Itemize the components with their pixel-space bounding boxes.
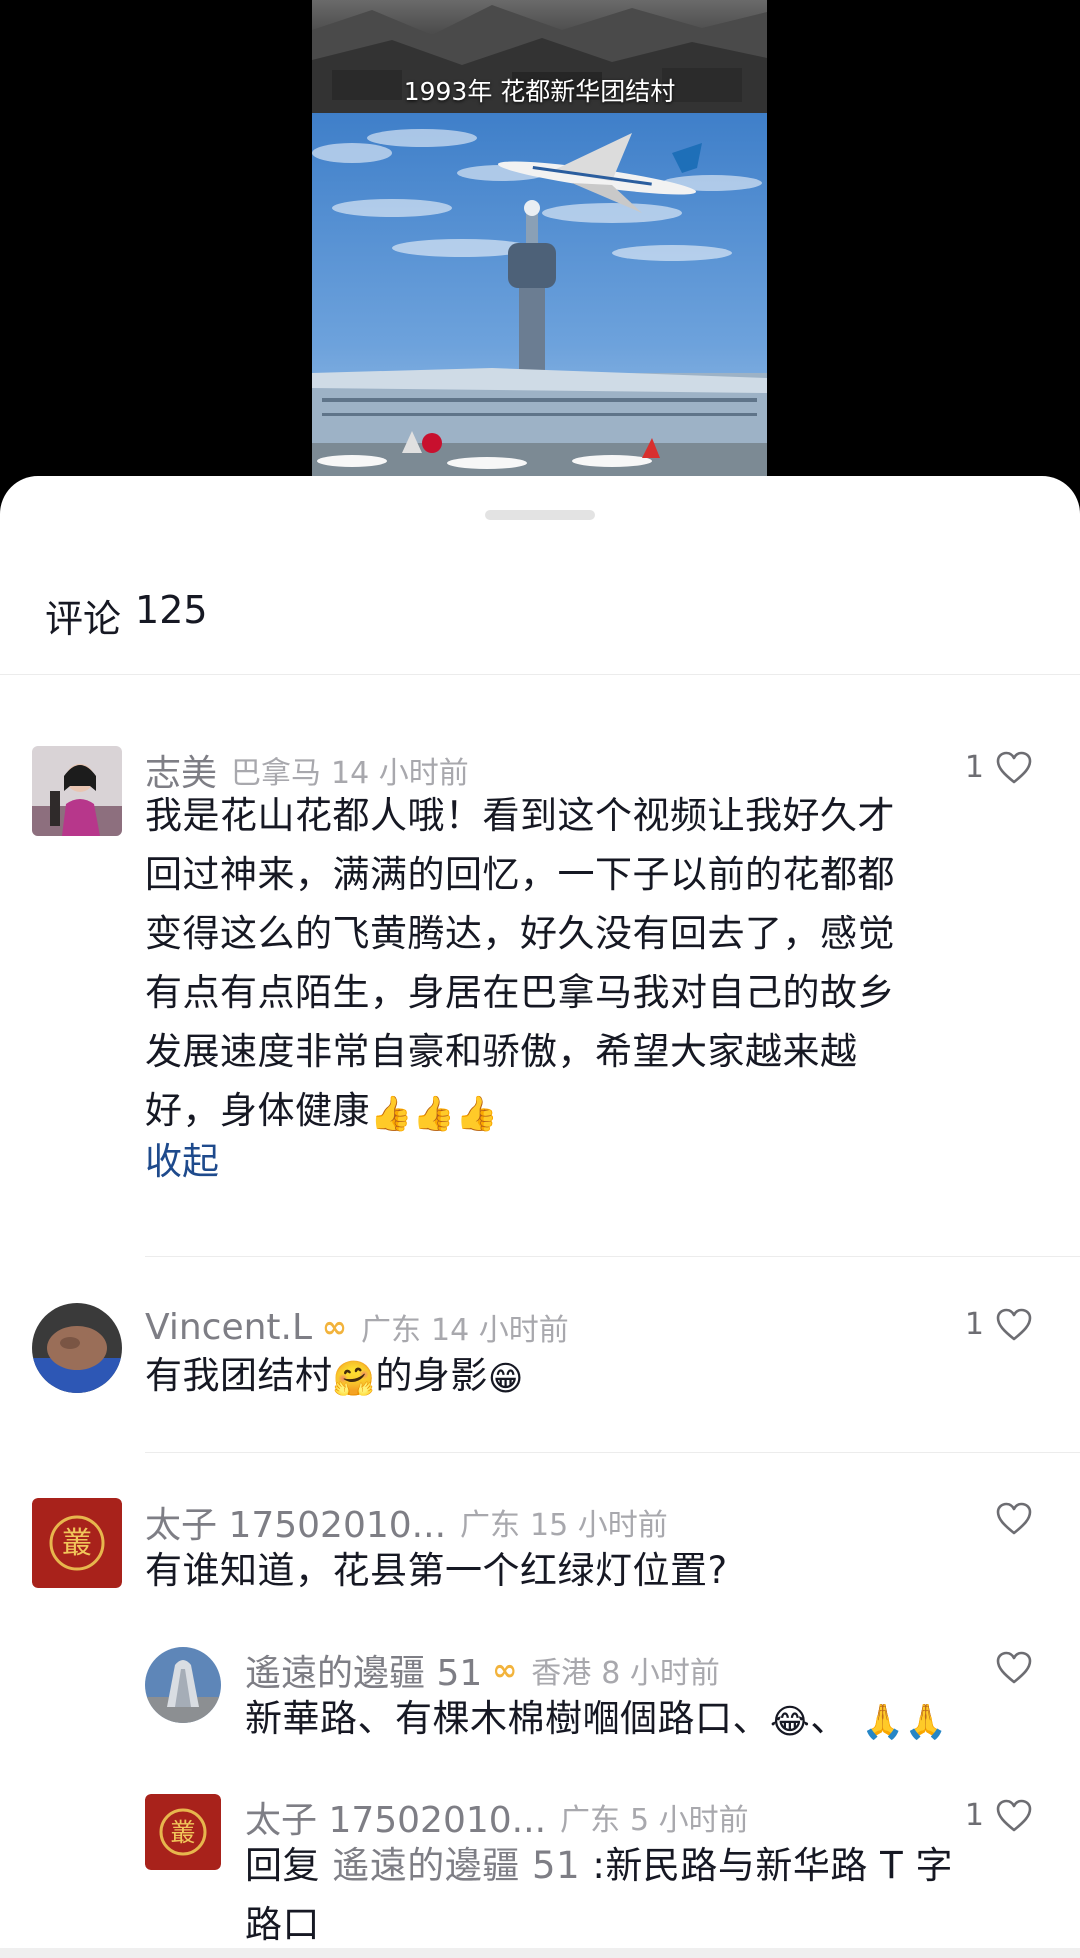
reply-to-user[interactable]: 遙遠的邊疆 51 <box>332 1844 580 1887</box>
like-button[interactable] <box>996 1651 1032 1684</box>
reply-text-part: 、 <box>810 1697 848 1740</box>
time-label: 14 小时前 <box>431 1313 569 1348</box>
header-divider <box>0 674 1080 675</box>
like-button[interactable]: 1 <box>965 1307 1032 1342</box>
svg-text:叢: 叢 <box>170 1818 195 1847</box>
drag-handle[interactable] <box>485 510 595 520</box>
comment-line-last: 好，身体健康👍👍👍 <box>145 1081 895 1140</box>
like-count: 1 <box>964 1798 984 1833</box>
comment-text: 有我团结村🤗的身影😁 <box>145 1346 524 1405</box>
avatar[interactable] <box>145 1647 221 1723</box>
like-button[interactable]: 1 <box>965 1798 1032 1833</box>
heart-outline-icon <box>996 1651 1032 1684</box>
comments-count: 125 <box>135 588 208 632</box>
avatar[interactable]: 叢 <box>32 1498 122 1588</box>
heart-outline-icon <box>996 1502 1032 1535</box>
comment-text-part: 有我团结村 <box>145 1354 333 1397</box>
region-label: 广东 <box>460 1508 521 1543</box>
reply-text-part: 新華路、有棵木棉樹嗰個路口、 <box>245 1697 770 1740</box>
comment-meta: Vincent.L ∞ 广东 14 小时前 <box>145 1303 569 1351</box>
like-count: 1 <box>964 750 984 785</box>
heart-outline-icon <box>996 1308 1032 1341</box>
comment-text-part: 的身影 <box>375 1354 488 1397</box>
collapse-link[interactable]: 收起 <box>145 1131 219 1185</box>
comment-text: 我是花山花都人哦！看到这个视频让我好久才 回过神来，满满的回忆，一下子以前的花都… <box>145 786 895 1140</box>
comments-header: 评论 125 <box>45 588 208 643</box>
laughing-tears-icon: 😂 <box>770 1702 811 1742</box>
reply-text-part: :新民路与新华路 T 字 <box>592 1844 953 1887</box>
thumbs-up-icon: 👍 <box>455 1094 499 1134</box>
like-count: 1 <box>964 1307 984 1342</box>
time-label: 15 小时前 <box>530 1508 668 1543</box>
avatar[interactable] <box>32 1303 122 1393</box>
video-player[interactable]: 1993年 花都新华团结村 <box>0 0 1080 500</box>
region-label: 香港 <box>531 1656 592 1691</box>
username[interactable]: Vincent.L <box>145 1307 312 1348</box>
reply-line: 路口 <box>245 1903 320 1946</box>
heart-outline-icon <box>996 1799 1032 1832</box>
time-label: 5 小时前 <box>630 1803 749 1838</box>
comment-line: 有点有点陌生，身居在巴拿马我对自己的故乡 <box>145 971 895 1014</box>
infinity-badge-icon: ∞ <box>492 1652 518 1688</box>
reply-prefix: 回复 <box>245 1844 320 1887</box>
infinity-badge-icon: ∞ <box>322 1309 348 1345</box>
praying-hands-icon: 🙏 <box>904 1702 948 1742</box>
video-frame: 1993年 花都新华团结村 <box>312 0 767 500</box>
comment-line: 好，身体健康 <box>145 1089 370 1132</box>
comment-sheet: 评论 125 志美 巴拿马 14 小时前 1 我是花山花都人哦！看到这个视频让我… <box>0 476 1080 1958</box>
reply-meta: 太子 17502010... 广东 5 小时前 <box>245 1794 749 1841</box>
region-label: 广东 <box>361 1313 422 1348</box>
hugging-face-icon: 🤗 <box>332 1359 376 1399</box>
row-divider <box>145 1256 1080 1257</box>
like-button[interactable] <box>996 1502 1032 1535</box>
comment-line: 我是花山花都人哦！看到这个视频让我好久才 <box>145 794 895 837</box>
like-button[interactable]: 1 <box>965 750 1032 785</box>
avatar[interactable] <box>32 746 122 836</box>
avatar[interactable]: 叢 <box>145 1794 221 1870</box>
reply-meta: 遙遠的邊疆 51 ∞ 香港 8 小时前 <box>245 1647 720 1695</box>
comments-title: 评论 <box>45 597 122 641</box>
comment-line: 发展速度非常自豪和骄傲，希望大家越来越 <box>145 1030 858 1073</box>
comment-meta: 太子 17502010... 广东 15 小时前 <box>145 1498 668 1546</box>
thumbs-up-icon: 👍 <box>370 1094 413 1134</box>
svg-text:叢: 叢 <box>62 1526 92 1561</box>
reply-text: 新華路、有棵木棉樹嗰個路口、😂、 🙏🙏 <box>245 1689 947 1748</box>
video-caption: 1993年 花都新华团结村 <box>403 77 676 106</box>
praying-hands-icon: 🙏 <box>861 1702 905 1742</box>
comment-line: 回过神来，满满的回忆，一下子以前的花都都 <box>145 853 895 896</box>
reply-line: 回复 遙遠的邊疆 51 :新民路与新华路 T 字 <box>245 1836 953 1895</box>
row-divider <box>145 1452 1080 1453</box>
comment-text: 有谁知道，花县第一个红绿灯位置? <box>145 1549 728 1592</box>
region-label: 广东 <box>560 1803 621 1838</box>
heart-outline-icon <box>996 751 1032 784</box>
bottom-bar <box>0 1948 1080 1958</box>
grinning-face-icon: 😁 <box>487 1359 524 1399</box>
time-label: 8 小时前 <box>601 1656 720 1691</box>
comment-line: 变得这么的飞黄腾达，好久没有回去了，感觉 <box>145 912 895 955</box>
thumbs-up-icon: 👍 <box>412 1094 456 1134</box>
reply-text: 回复 遙遠的邊疆 51 :新民路与新华路 T 字 路口 <box>245 1836 953 1954</box>
airport-photo <box>312 113 767 500</box>
